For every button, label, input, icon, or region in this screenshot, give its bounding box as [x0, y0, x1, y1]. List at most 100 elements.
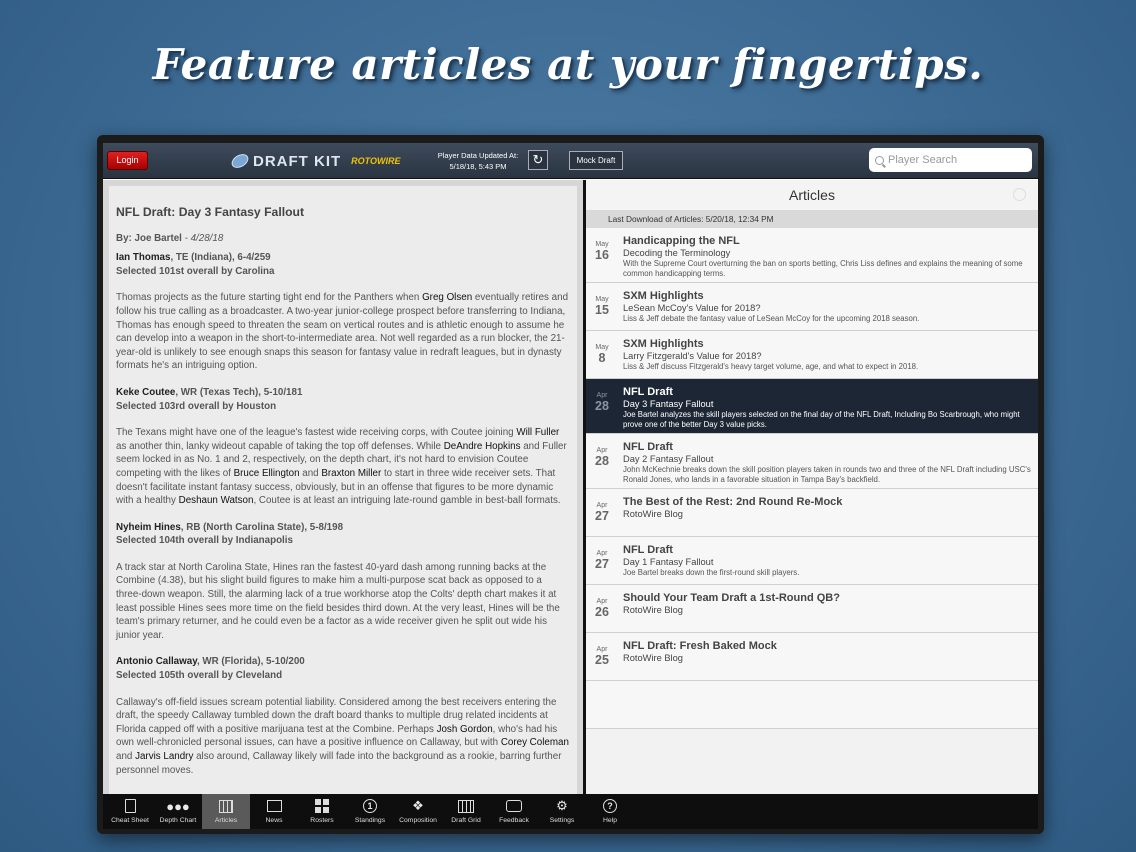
- tab-composition[interactable]: ❖ Composition: [394, 794, 442, 829]
- rosters-icon: [314, 798, 330, 814]
- player-link[interactable]: DeAndre Hopkins: [444, 441, 521, 452]
- tab-cheat-sheet[interactable]: Cheat Sheet: [106, 794, 154, 829]
- promo-headline: Feature articles at your fingertips.: [152, 40, 984, 89]
- article-list-item[interactable]: May 16 Handicapping the NFL Decoding the …: [586, 228, 1038, 283]
- logo-text: DRAFT KIT: [253, 152, 342, 170]
- player-link[interactable]: Josh Gordon: [437, 724, 493, 735]
- article-date: Apr 28: [595, 392, 609, 413]
- article-item-desc: With the Supreme Court overturning the b…: [623, 259, 1023, 278]
- articles-title: Articles: [789, 187, 835, 203]
- tab-help[interactable]: ? Help: [586, 794, 634, 829]
- article-date: Apr 25: [595, 646, 609, 667]
- settings-icon: ⚙: [556, 798, 568, 813]
- article-date: Apr 26: [595, 598, 609, 619]
- article-item-subtitle: Day 3 Fantasy Fallout: [623, 399, 714, 409]
- player-heading: Antonio Callaway, WR (Florida), 5-10/200…: [116, 656, 305, 682]
- article-date: Apr 27: [595, 550, 609, 571]
- data-updated-info: Player Data Updated At: 5/18/18, 5:43 PM: [428, 150, 528, 172]
- football-icon: [229, 151, 251, 171]
- article-date: May 8: [595, 344, 609, 365]
- tab-draft-grid[interactable]: Draft Grid: [442, 794, 490, 829]
- article-item-title: Handicapping the NFL: [623, 235, 740, 247]
- article-item-desc: John McKechnie breaks down the skill pos…: [623, 465, 1031, 484]
- depth-chart-icon: ●●●: [166, 798, 190, 814]
- article-item-title: Should Your Team Draft a 1st-Round QB?: [623, 592, 840, 604]
- login-button[interactable]: Login: [107, 151, 148, 170]
- article-title: NFL Draft: Day 3 Fantasy Fallout: [116, 205, 305, 219]
- player-heading: Nyheim Hines, RB (North Carolina State),…: [116, 521, 344, 547]
- empty-list-row: [586, 681, 1038, 729]
- refresh-button[interactable]: ↻: [528, 150, 548, 170]
- article-list-item[interactable]: Apr 27 The Best of the Rest: 2nd Round Re…: [586, 489, 1038, 537]
- article-list-item[interactable]: Apr 27 NFL Draft Day 1 Fantasy Fallout Jo…: [586, 537, 1038, 585]
- tab-settings[interactable]: ⚙ Settings: [538, 794, 586, 829]
- refresh-icon: ↻: [532, 152, 544, 167]
- article-list-item[interactable]: May 15 SXM Highlights LeSean McCoy's Valu…: [586, 283, 1038, 331]
- articles-header: Articles: [586, 180, 1038, 210]
- player-link[interactable]: Greg Olsen: [422, 292, 472, 303]
- article-item-desc: Joe Bartel analyzes the skill players se…: [623, 410, 1020, 429]
- player-search-input[interactable]: [888, 154, 1023, 166]
- article-list-item[interactable]: Apr 26 Should Your Team Draft a 1st-Round…: [586, 585, 1038, 633]
- tab-standings[interactable]: 1 Standings: [346, 794, 394, 829]
- player-link[interactable]: Corey Coleman: [501, 737, 569, 748]
- player-paragraph: Thomas projects as the future starting t…: [116, 292, 569, 372]
- last-download-info: Last Download of Articles: 5/20/18, 12:3…: [586, 210, 1038, 228]
- composition-icon: ❖: [412, 798, 424, 813]
- tab-depth-chart[interactable]: ●●● Depth Chart: [154, 794, 202, 829]
- tab-articles[interactable]: Articles: [202, 794, 250, 829]
- draft-grid-icon: [458, 798, 474, 814]
- article-list-item[interactable]: Apr 25 NFL Draft: Fresh Baked Mock RotoWi…: [586, 633, 1038, 681]
- player-link[interactable]: Deshaun Watson: [179, 495, 254, 506]
- article-list-item[interactable]: May 8 SXM Highlights Larry Fitzgerald's V…: [586, 331, 1038, 379]
- rotowire-logo: ROTOWIRE: [351, 156, 401, 166]
- tab-rosters[interactable]: Rosters: [298, 794, 346, 829]
- article-pane: NFL Draft: Day 3 Fantasy Fallout By: Joe…: [103, 180, 583, 794]
- tab-news[interactable]: News: [250, 794, 298, 829]
- player-link[interactable]: Jarvis Landry: [135, 751, 193, 762]
- article-content[interactable]: NFL Draft: Day 3 Fantasy Fallout By: Joe…: [109, 186, 577, 794]
- draft-kit-logo: DRAFT KIT ROTOWIRE: [229, 151, 401, 171]
- tab-feedback[interactable]: Feedback: [490, 794, 538, 829]
- feedback-icon: [506, 798, 522, 814]
- article-item-subtitle: RotoWire Blog: [623, 605, 683, 615]
- bottom-tab-bar: Cheat Sheet ●●● Depth Chart Articles New…: [103, 794, 1038, 829]
- article-date: May 15: [595, 296, 609, 317]
- player-link[interactable]: Will Fuller: [516, 427, 559, 438]
- article-item-subtitle: RotoWire Blog: [623, 653, 683, 663]
- player-link[interactable]: Braxton Miller: [321, 468, 381, 479]
- article-date: Apr 27: [595, 502, 609, 523]
- updated-value: 5/18/18, 5:43 PM: [449, 162, 507, 171]
- article-item-subtitle: RotoWire Blog: [623, 509, 683, 519]
- player-heading: Keke Coutee, WR (Texas Tech), 5-10/181 S…: [116, 386, 303, 412]
- article-item-subtitle: LeSean McCoy's Value for 2018?: [623, 303, 761, 313]
- player-paragraph: Callaway's off-field issues scream poten…: [116, 696, 569, 776]
- article-list-item-selected[interactable]: Apr 28 NFL Draft Day 3 Fantasy Fallout Jo…: [586, 379, 1038, 434]
- news-icon: [266, 798, 282, 814]
- player-search[interactable]: [869, 148, 1032, 172]
- article-item-title: SXM Highlights: [623, 290, 704, 302]
- article-item-desc: Liss & Jeff debate the fantasy value of …: [623, 314, 920, 323]
- article-item-title: NFL Draft: [623, 386, 673, 398]
- article-item-title: NFL Draft: Fresh Baked Mock: [623, 640, 777, 652]
- article-byline: By: Joe Bartel - 4/28/18: [116, 232, 224, 244]
- mock-draft-button[interactable]: Mock Draft: [569, 151, 623, 170]
- refresh-articles-icon[interactable]: [1013, 188, 1026, 201]
- article-item-subtitle: Day 1 Fantasy Fallout: [623, 557, 714, 567]
- standings-icon: 1: [362, 798, 378, 814]
- article-list-item[interactable]: Apr 28 NFL Draft Day 2 Fantasy Fallout Jo…: [586, 434, 1038, 489]
- article-item-subtitle: Larry Fitzgerald's Value for 2018?: [623, 351, 762, 361]
- articles-list-pane: Articles Last Download of Articles: 5/20…: [586, 180, 1038, 794]
- cheat-sheet-icon: [122, 798, 138, 814]
- player-heading: Ian Thomas, TE (Indiana), 6-4/259 Select…: [116, 252, 275, 277]
- articles-icon: [218, 798, 234, 814]
- article-item-title: NFL Draft: [623, 544, 673, 556]
- player-link[interactable]: Bruce Ellington: [234, 468, 300, 479]
- article-item-subtitle: Decoding the Terminology: [623, 248, 731, 258]
- article-date: May 16: [595, 241, 609, 262]
- updated-label: Player Data Updated At:: [437, 151, 519, 160]
- article-item-subtitle: Day 2 Fantasy Fallout: [623, 454, 714, 464]
- player-paragraph: The Texans might have one of the league'…: [116, 427, 567, 507]
- article-item-desc: Liss & Jeff discuss Fitzgerald's heavy t…: [623, 362, 919, 371]
- player-paragraph: A track star at North Carolina State, Hi…: [116, 561, 560, 641]
